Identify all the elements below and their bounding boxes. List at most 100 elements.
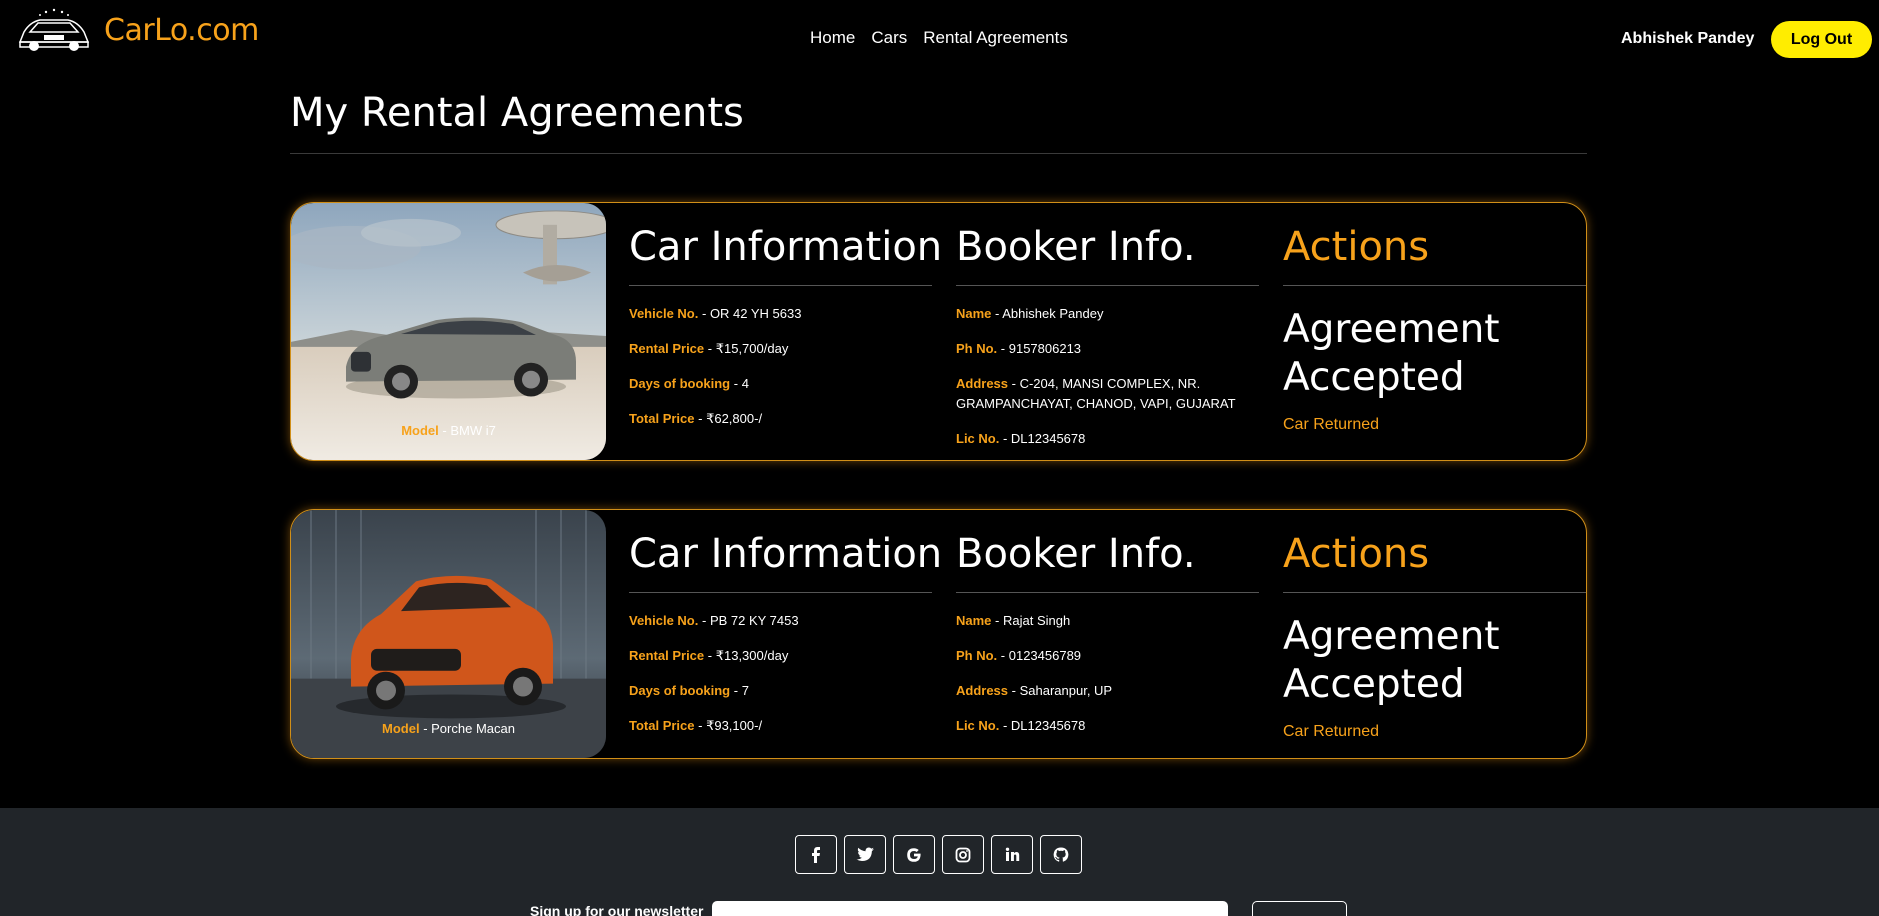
social-links <box>795 835 1082 874</box>
user-name[interactable]: Abhishek Pandey <box>1621 30 1754 48</box>
divider <box>956 592 1259 593</box>
phone-label: Ph No. <box>956 648 998 663</box>
divider <box>956 285 1259 286</box>
days-of-booking: Days of booking - 4 <box>629 376 749 391</box>
vehicle-number-label: Vehicle No. <box>629 613 699 628</box>
booker-address: Address - Saharanpur, UP <box>956 683 1113 698</box>
divider <box>629 285 932 286</box>
total-price-value: ₹93,100-/ <box>706 718 763 733</box>
google-icon[interactable] <box>893 835 935 874</box>
booker-license: Lic No. - DL12345678 <box>956 431 1086 446</box>
license-value: DL12345678 <box>1010 431 1086 446</box>
car-logo-icon <box>18 8 90 51</box>
booker-info-section: Booker Info. Name - Rajat Singh Ph No. -… <box>956 510 1259 751</box>
days-value: 4 <box>741 376 749 391</box>
license-label: Lic No. <box>956 431 1000 446</box>
phone-value: 0123456789 <box>1008 648 1082 663</box>
vehicle-number: Vehicle No. - OR 42 YH 5633 <box>629 306 802 321</box>
booker-phone: Ph No. - 9157806213 <box>956 341 1082 356</box>
github-icon[interactable] <box>1040 835 1082 874</box>
days-value: 7 <box>741 683 749 698</box>
car-info-section: Car Information Vehicle No. - PB 72 KY 7… <box>629 510 943 751</box>
car-image: Model - Porche Macan <box>291 510 606 758</box>
model-label: Model <box>382 721 420 736</box>
license-value: DL12345678 <box>1010 718 1086 733</box>
rental-price: Rental Price - ₹15,700/day <box>629 341 789 356</box>
total-price: Total Price - ₹93,100-/ <box>629 718 763 733</box>
vehicle-number-value: OR 42 YH 5633 <box>709 306 802 321</box>
booker-license: Lic No. - DL12345678 <box>956 718 1086 733</box>
total-price: Total Price - ₹62,800-/ <box>629 411 763 426</box>
linkedin-icon[interactable] <box>991 835 1033 874</box>
days-of-booking: Days of booking - 7 <box>629 683 749 698</box>
car-info-section: Car Information Vehicle No. - OR 42 YH 5… <box>629 203 943 444</box>
footer: Sign up for our newsletter <box>0 808 1879 916</box>
address-label: Address <box>956 683 1009 698</box>
license-label: Lic No. <box>956 718 1000 733</box>
booker-phone: Ph No. - 0123456789 <box>956 648 1082 663</box>
total-price-label: Total Price <box>629 718 695 733</box>
vehicle-number-value: PB 72 KY 7453 <box>709 613 799 628</box>
navbar: CarLo.com Home Cars Rental Agreements Ab… <box>0 0 1879 78</box>
phone-value: 9157806213 <box>1008 341 1082 356</box>
booker-info-section: Booker Info. Name - Abhishek Pandey Ph N… <box>956 203 1259 460</box>
divider <box>1283 285 1586 286</box>
model-caption: Model - Porche Macan <box>382 721 515 736</box>
rental-price: Rental Price - ₹13,300/day <box>629 648 789 663</box>
actions-heading: Actions <box>1283 224 1430 270</box>
booker-name-label: Name <box>956 613 992 628</box>
title-divider <box>290 153 1587 154</box>
car-returned-status: Car Returned <box>1283 416 1380 433</box>
facebook-icon[interactable] <box>795 835 837 874</box>
agreement-card: Model - Porche Macan Car Information Veh… <box>290 509 1587 759</box>
divider <box>1283 592 1586 593</box>
nav-cars[interactable]: Cars <box>871 28 907 48</box>
instagram-icon[interactable] <box>942 835 984 874</box>
model-caption: Model - BMW i7 <box>401 423 496 438</box>
car-returned-status: Car Returned <box>1283 723 1380 740</box>
booker-name: Name - Abhishek Pandey <box>956 306 1104 321</box>
vehicle-number-label: Vehicle No. <box>629 306 699 321</box>
car-image: Model - BMW i7 <box>291 203 606 460</box>
agreement-card: Model - BMW i7 Car Information Vehicle N… <box>290 202 1587 461</box>
model-label: Model <box>401 423 439 438</box>
booker-info-heading: Booker Info. <box>956 224 1196 270</box>
total-price-label: Total Price <box>629 411 695 426</box>
booker-info-heading: Booker Info. <box>956 531 1196 577</box>
twitter-icon[interactable] <box>844 835 886 874</box>
booker-name: Name - Rajat Singh <box>956 613 1071 628</box>
model-value: BMW i7 <box>450 423 496 438</box>
car-info-heading: Car Information <box>629 531 943 577</box>
rental-price-label: Rental Price <box>629 648 705 663</box>
divider <box>629 592 932 593</box>
newsletter-email-input[interactable] <box>712 901 1228 916</box>
car-info-heading: Car Information <box>629 224 943 270</box>
address-label: Address <box>956 376 1009 391</box>
agreement-status: Agreement Accepted <box>1283 614 1500 707</box>
actions-section: Actions Agreement Accepted Car Returned <box>1283 203 1586 434</box>
subscribe-button[interactable] <box>1252 901 1347 916</box>
days-label: Days of booking <box>629 683 731 698</box>
rental-price-label: Rental Price <box>629 341 705 356</box>
booker-name-value: Abhishek Pandey <box>1002 306 1104 321</box>
agreement-status: Agreement Accepted <box>1283 307 1500 400</box>
logout-button[interactable]: Log Out <box>1771 21 1872 58</box>
nav-rental-agreements[interactable]: Rental Agreements <box>923 28 1068 48</box>
brand[interactable]: CarLo.com <box>16 8 259 52</box>
actions-heading: Actions <box>1283 531 1430 577</box>
booker-name-value: Rajat Singh <box>1002 613 1071 628</box>
rental-price-value: ₹13,300/day <box>715 648 789 663</box>
total-price-value: ₹62,800-/ <box>706 411 763 426</box>
actions-section: Actions Agreement Accepted Car Returned <box>1283 510 1586 741</box>
newsletter-label: Sign up for our newsletter <box>530 903 704 916</box>
brand-name: CarLo.com <box>104 12 259 48</box>
vehicle-number: Vehicle No. - PB 72 KY 7453 <box>629 613 799 628</box>
rental-price-value: ₹15,700/day <box>715 341 789 356</box>
phone-label: Ph No. <box>956 341 998 356</box>
page-title: My Rental Agreements <box>290 90 744 136</box>
address-value: Saharanpur, UP <box>1019 683 1113 698</box>
nav-home[interactable]: Home <box>810 28 855 48</box>
car-photo-bmw <box>291 203 606 460</box>
booker-name-label: Name <box>956 306 992 321</box>
days-label: Days of booking <box>629 376 731 391</box>
